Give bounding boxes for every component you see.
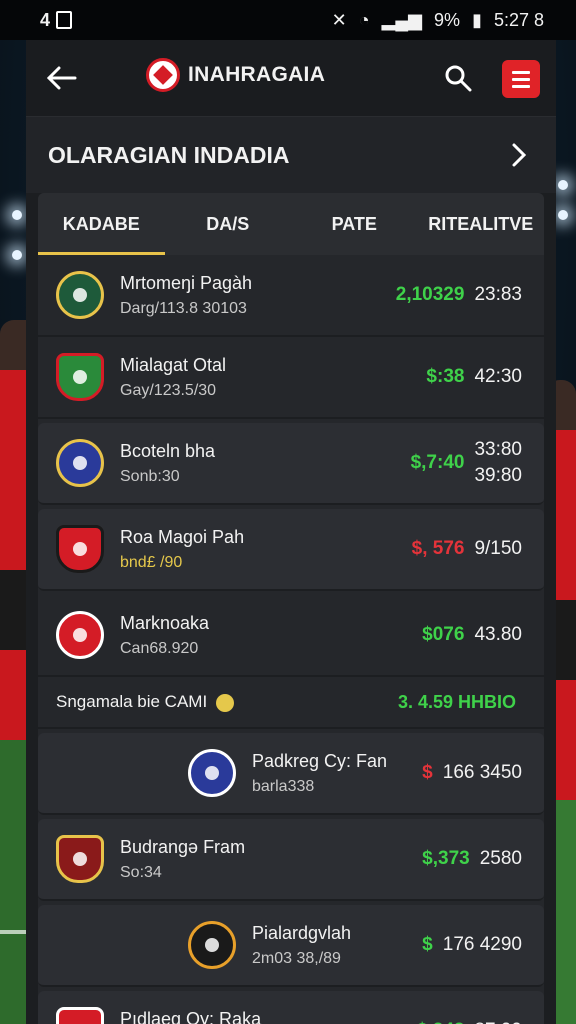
mute-icon: ✕ bbox=[331, 9, 347, 30]
brand-logo-icon bbox=[146, 58, 180, 92]
odds-value[interactable]: $076 bbox=[422, 624, 464, 646]
team-info: Mrtomeŋi Pagàh Darg/113.8 30103 bbox=[120, 273, 396, 318]
team-subtitle: barla338 bbox=[252, 777, 315, 795]
promo-row[interactable]: Sngamala bie CAMI 3. 4.59 HHBIO bbox=[38, 677, 544, 729]
score-value: 2580 bbox=[479, 848, 522, 869]
status-bar: 4 ✕ ◔ ▂▄▆ 9% ▮ 5:27 8 bbox=[0, 0, 576, 40]
brand-name: INAHRAGAIA bbox=[188, 63, 326, 86]
team-crest-icon bbox=[56, 1007, 104, 1024]
team-info: Marknoaka Can68.920 bbox=[120, 613, 422, 658]
team-crest-icon bbox=[56, 353, 104, 401]
score-value: 176 4290 bbox=[442, 934, 522, 955]
team-crest-icon bbox=[56, 835, 104, 883]
odds-value[interactable]: $ bbox=[422, 762, 433, 784]
battery-icon: ▮ bbox=[472, 9, 482, 30]
app-bar: INAHRAGAIA bbox=[26, 40, 556, 116]
coin-icon bbox=[215, 693, 234, 712]
team-name: Bcoteln bha bbox=[120, 440, 216, 461]
team-name: Mrtomeŋi Pagàh bbox=[120, 272, 253, 293]
team-name: Budrangə Fram bbox=[120, 836, 246, 857]
sim-icon bbox=[56, 11, 73, 29]
score-value: 23:83 bbox=[474, 284, 522, 305]
team-crest-icon bbox=[56, 271, 104, 319]
odds-value[interactable]: $ bbox=[422, 934, 433, 956]
battery-percent: 9% bbox=[434, 9, 461, 30]
clock: 5:27 8 bbox=[493, 9, 544, 30]
brand: INAHRAGAIA bbox=[146, 58, 325, 92]
team-crest-icon bbox=[56, 525, 104, 573]
tab-3[interactable]: RITEALITVE bbox=[418, 193, 545, 255]
tab-2[interactable]: PATE bbox=[291, 193, 418, 255]
back-arrow-icon[interactable] bbox=[42, 58, 82, 98]
odds-value[interactable]: $, 576 bbox=[412, 538, 465, 560]
score-value: 33:80 39:80 bbox=[474, 439, 522, 486]
team-name: Mialagat Otal bbox=[120, 354, 227, 375]
score-value: 9/150 bbox=[474, 538, 522, 559]
odds-value[interactable]: $:38 bbox=[426, 366, 464, 388]
odds-value[interactable]: 2,10329 bbox=[396, 284, 465, 306]
team-crest-icon bbox=[56, 439, 104, 487]
promo-text: Sngamala bie CAMI bbox=[56, 692, 398, 712]
team-subtitle: Sonb:30 bbox=[120, 467, 180, 485]
match-row[interactable]: Bcoteln bha Sonb:30 $,7:40 33:80 39:80 bbox=[38, 423, 544, 505]
score-value: 43.80 bbox=[474, 624, 522, 645]
match-row[interactable]: Mrtomeŋi Pagàh Darg/113.8 30103 2,10329 23:… bbox=[38, 255, 544, 337]
section-header[interactable]: OLARAGIAN INDADIA bbox=[26, 116, 556, 193]
team-subtitle: Gay/123.5/30 bbox=[120, 381, 217, 399]
team-crest-icon bbox=[188, 921, 236, 969]
team-name: Marknoaka bbox=[120, 612, 210, 633]
team-info: Roa Magoi Pah bnd£ /90 bbox=[120, 527, 412, 572]
match-row[interactable]: Marknoaka Can68.920 $076 43.80 bbox=[38, 595, 544, 677]
tab-bar: KADABE DA/S PATE RITEALITVE bbox=[38, 193, 544, 255]
chevron-right-icon[interactable] bbox=[504, 140, 534, 170]
tab-1[interactable]: DA/S bbox=[165, 193, 292, 255]
team-subtitle: bnd£ /90 bbox=[120, 553, 183, 571]
team-info: Padkreg Cy: Fan barla338 bbox=[252, 751, 422, 796]
team-info: Mialagat Otal Gay/123.5/30 bbox=[120, 355, 426, 400]
team-info: Pıdlaeg Oy: RakaSensal bbox=[120, 1009, 417, 1024]
match-row[interactable]: Pialardgvlah 2m03 38,/89 $176 4290 bbox=[38, 905, 544, 987]
team-name: Roa Magoi Pah bbox=[120, 526, 245, 547]
team-crest-icon bbox=[56, 611, 104, 659]
status-left-text: 4 bbox=[40, 9, 51, 30]
signal-icon: ▂▄▆ bbox=[381, 9, 423, 30]
menu-button[interactable] bbox=[502, 60, 540, 98]
team-subtitle: So:34 bbox=[120, 863, 162, 881]
matches-panel: KADABE DA/S PATE RITEALITVE Mrtomeŋi Pag… bbox=[38, 193, 544, 1024]
hamburger-icon bbox=[512, 70, 530, 74]
promo-label: Sngamala bie CAMI bbox=[56, 692, 208, 711]
team-info: Pialardgvlah 2m03 38,/89 bbox=[252, 923, 422, 968]
team-crest-icon bbox=[188, 749, 236, 797]
odds-value[interactable]: $,343 bbox=[417, 1020, 465, 1024]
team-info: Budrangə Fram So:34 bbox=[120, 837, 422, 882]
match-row[interactable]: Roa Magoi Pah bnd£ /90 $, 576 9/150 bbox=[38, 509, 544, 591]
match-list: Mrtomeŋi Pagàh Darg/113.8 30103 2,10329 23:… bbox=[38, 255, 544, 677]
match-row[interactable]: Padkreg Cy: Fan barla338 $166 3450 bbox=[38, 733, 544, 815]
search-icon[interactable] bbox=[440, 60, 476, 96]
section-title: OLARAGIAN INDADIA bbox=[48, 141, 290, 168]
team-subtitle: Can68.920 bbox=[120, 639, 199, 657]
match-row[interactable]: Mialagat Otal Gay/123.5/30 $:38 42:30 bbox=[38, 337, 544, 419]
score-value: 166 3450 bbox=[442, 762, 522, 783]
match-list-secondary: Padkreg Cy: Fan barla338 $166 3450 Budrangə… bbox=[38, 733, 544, 1024]
wifi-icon: ◔ bbox=[358, 9, 370, 30]
team-subtitle: 2m03 38,/89 bbox=[252, 949, 341, 967]
tab-0[interactable]: KADABE bbox=[38, 193, 165, 255]
team-name: Pıdlaeg Oy: Raka bbox=[120, 1008, 262, 1024]
app-window: INAHRAGAIA OLARAGIAN INDADIA KADABE DA/S… bbox=[26, 40, 556, 1024]
match-row[interactable]: Budrangə Fram So:34 $,373 2580 bbox=[38, 819, 544, 901]
odds-value[interactable]: $,7:40 bbox=[411, 452, 465, 474]
odds-value[interactable]: $,373 bbox=[422, 848, 470, 870]
team-subtitle: Darg/113.8 30103 bbox=[120, 299, 247, 317]
team-name: Padkreg Cy: Fan bbox=[252, 750, 388, 771]
team-name: Pialardgvlah bbox=[252, 922, 352, 943]
score-value: 42:30 bbox=[474, 366, 522, 387]
match-row[interactable]: Pıdlaeg Oy: RakaSensal$,343 87.99 bbox=[38, 991, 544, 1024]
team-info: Bcoteln bha Sonb:30 bbox=[120, 441, 411, 486]
score-value: 87.99 bbox=[474, 1018, 522, 1024]
promo-value: 3. 4.59 HHBIO bbox=[397, 691, 516, 712]
